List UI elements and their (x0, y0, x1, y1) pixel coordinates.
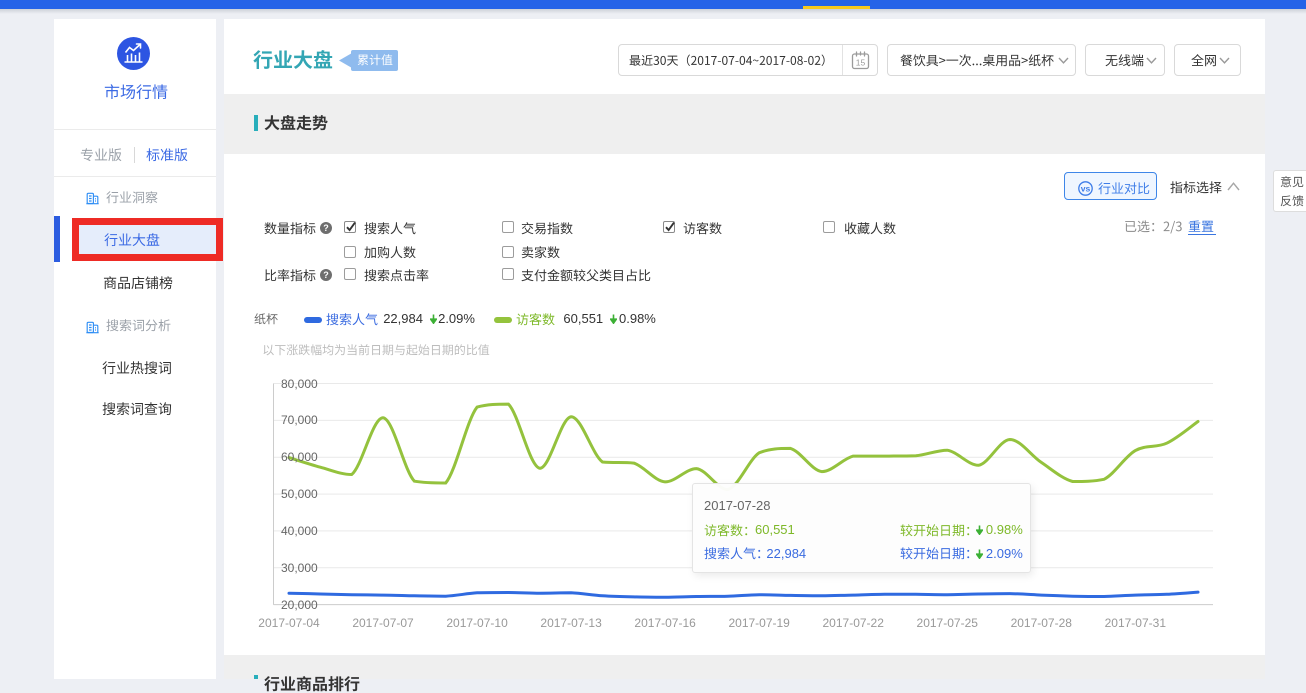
svg-text:?: ? (323, 223, 329, 233)
svg-text:vs: vs (1081, 183, 1091, 193)
svg-text:?: ? (323, 270, 329, 280)
svg-text:15: 15 (856, 58, 866, 68)
